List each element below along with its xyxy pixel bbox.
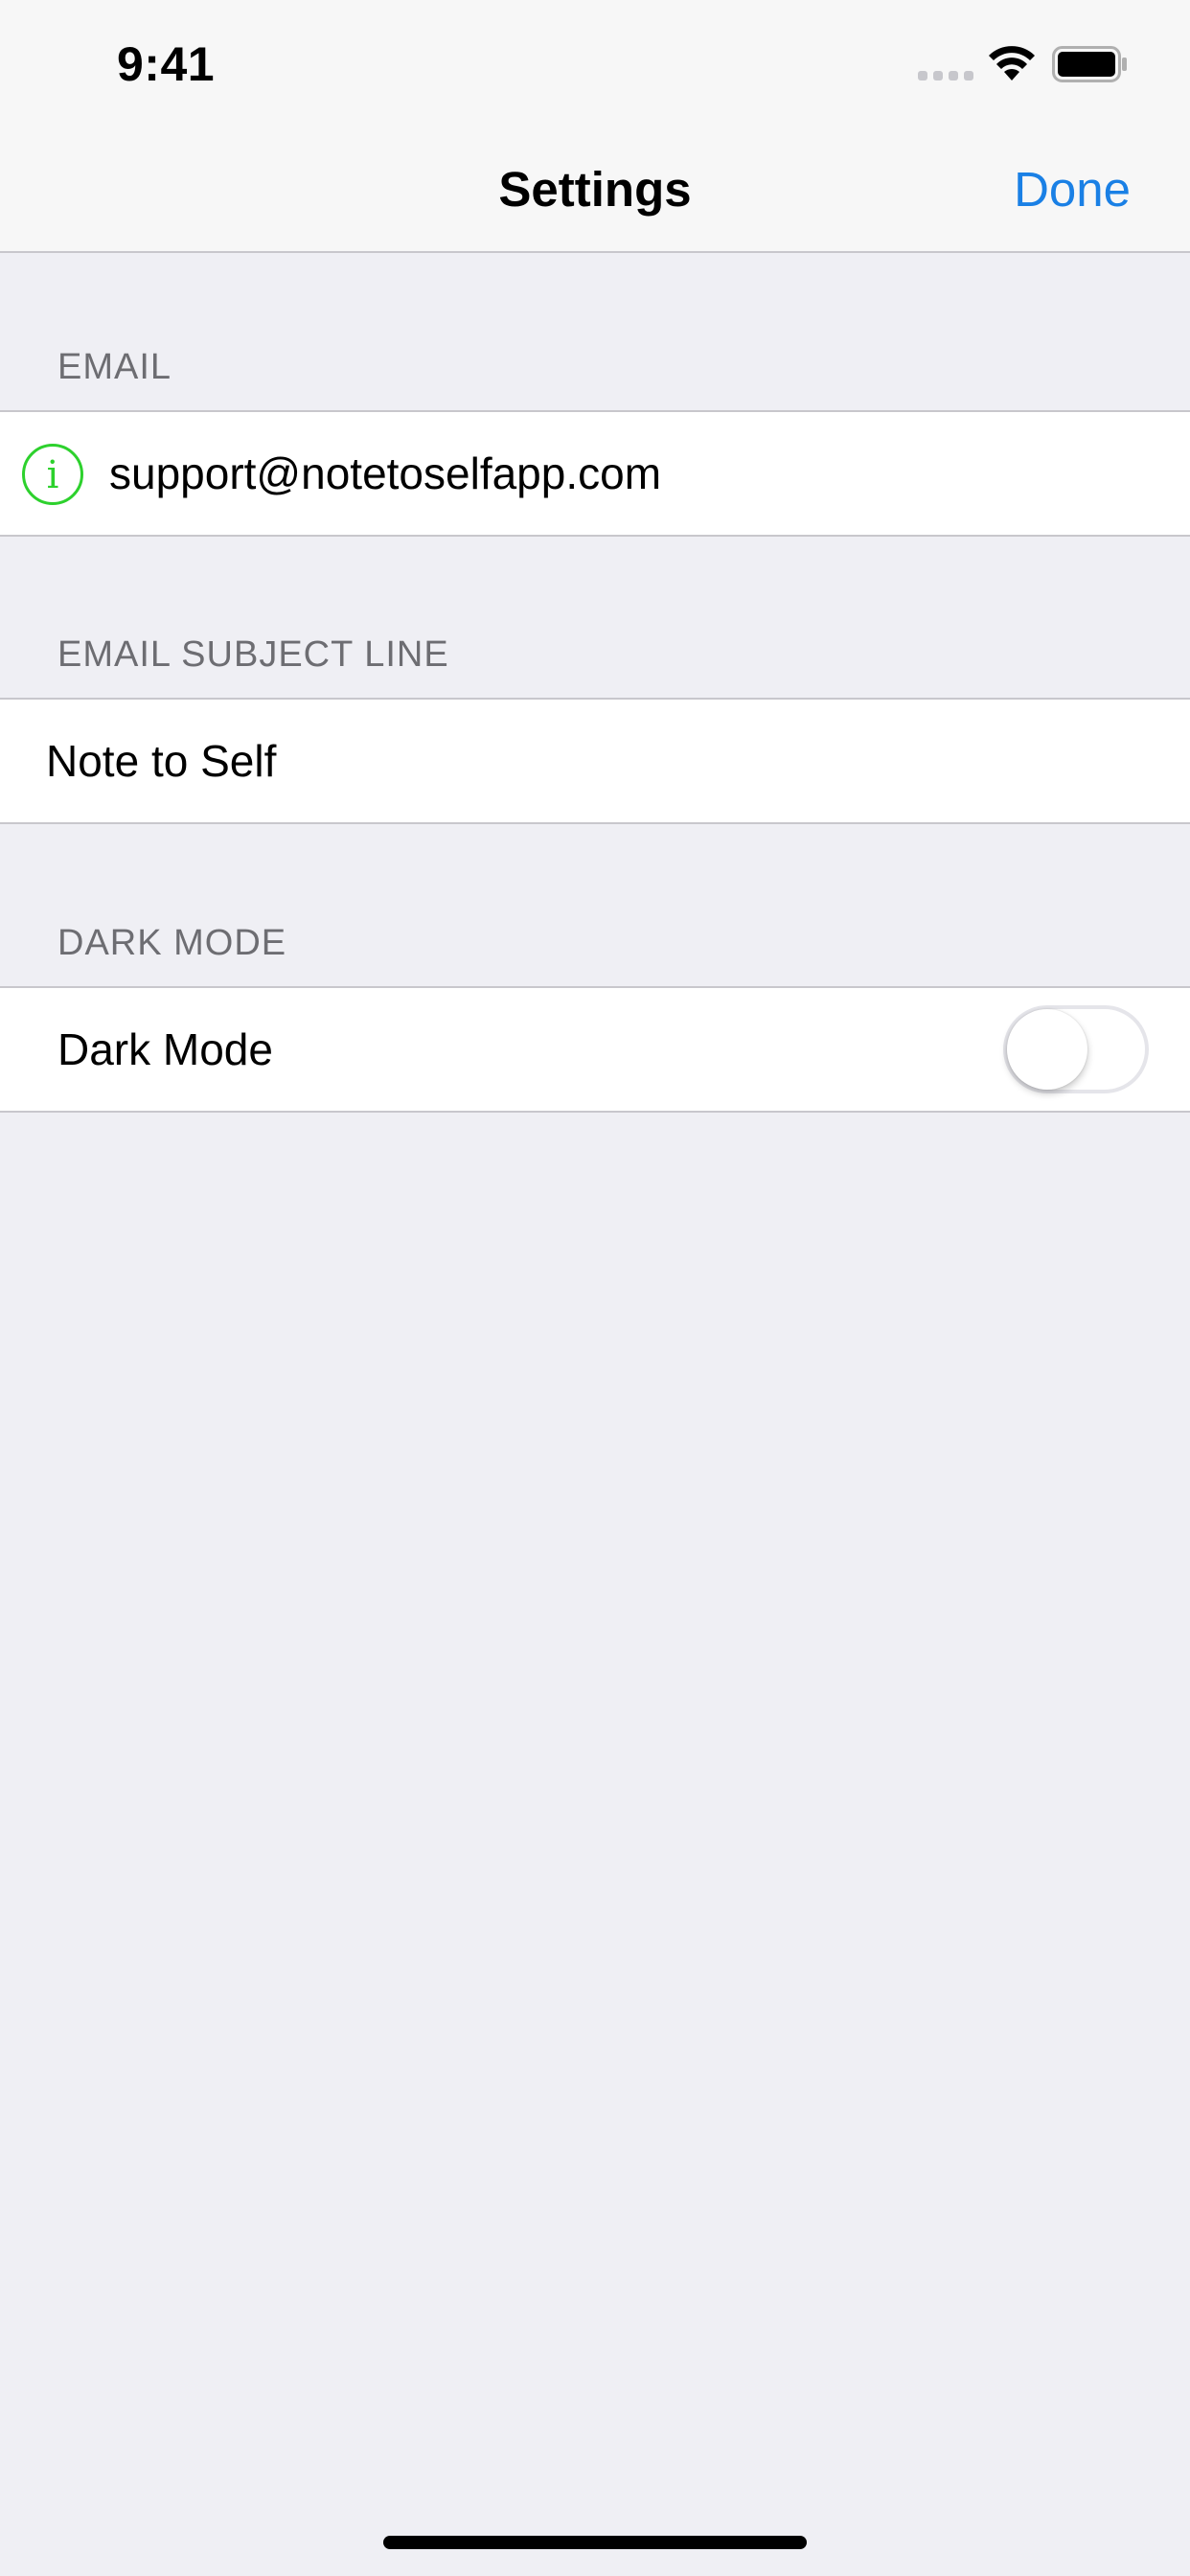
status-time: 9:41 [117,37,216,91]
done-button[interactable]: Done [1014,161,1131,218]
email-value: support@notetoselfapp.com [109,448,662,498]
section-header-email: EMAIL [57,347,172,387]
section-header-dark-mode: DARK MODE [57,923,287,963]
email-cell[interactable]: i support@notetoselfapp.com [0,410,1190,537]
navigation-bar: Settings Done [0,126,1190,253]
svg-text:i: i [47,453,59,497]
subject-cell[interactable]: Note to Self [0,698,1190,824]
battery-icon [1052,46,1127,82]
subject-value: Note to Self [46,736,277,786]
dark-mode-label: Dark Mode [57,1024,273,1074]
toggle-knob [1007,1009,1087,1090]
wifi-icon [989,46,1035,80]
cellular-signal-icon [918,71,973,80]
home-indicator [383,2536,807,2549]
page-title: Settings [498,162,692,217]
section-header-subject: EMAIL SUBJECT LINE [57,634,449,675]
status-bar: 9:41 [0,0,1190,126]
info-icon: i [22,444,83,505]
dark-mode-toggle[interactable] [1003,1005,1149,1093]
dark-mode-cell: Dark Mode [0,986,1190,1113]
